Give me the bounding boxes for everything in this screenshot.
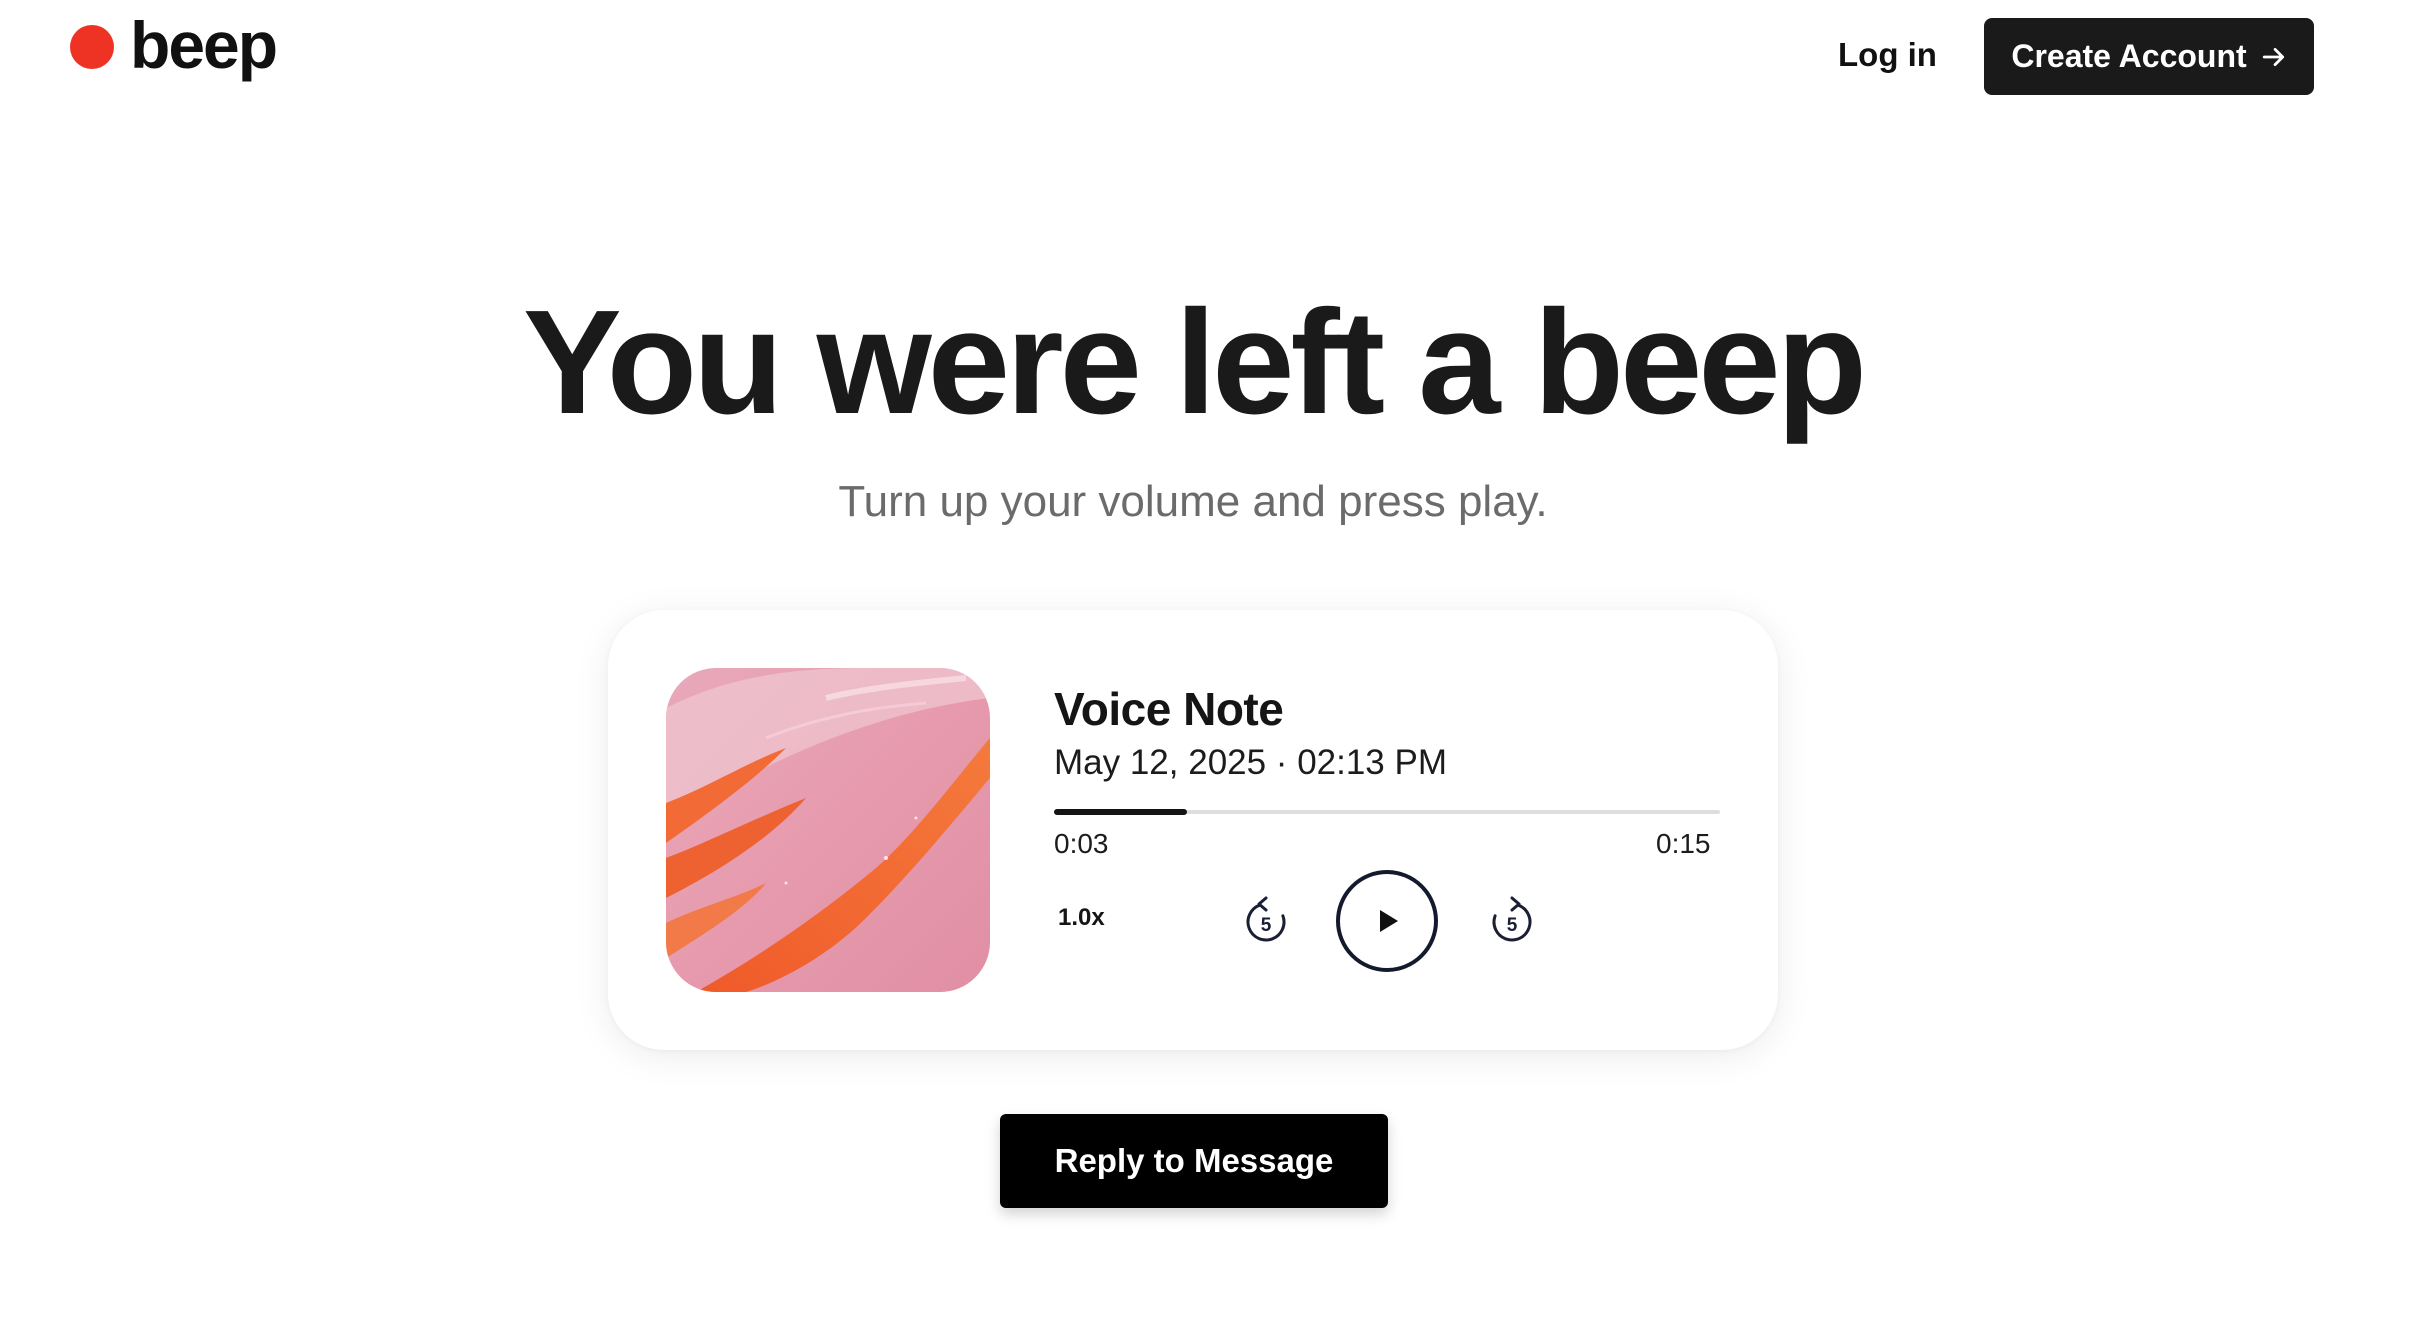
page-subtitle: Turn up your volume and press play. bbox=[838, 477, 1548, 526]
play-button[interactable] bbox=[1336, 870, 1438, 972]
logo-dot-icon bbox=[70, 25, 114, 69]
login-link[interactable]: Log in bbox=[1838, 30, 1937, 80]
playback-progress-bar[interactable] bbox=[1054, 809, 1720, 815]
voice-note-player-card: Voice Note May 12, 2025 · 02:13 PM 0:03 … bbox=[608, 610, 1778, 1050]
page: beep Log in Create Account You were left… bbox=[0, 0, 2412, 1322]
voice-note-artwork bbox=[666, 668, 990, 992]
forward-5-icon: 5 bbox=[1492, 896, 1532, 942]
beep-logo[interactable]: beep bbox=[70, 12, 278, 78]
skip-forward-button[interactable]: 5 bbox=[1486, 896, 1538, 948]
reply-to-message-button[interactable]: Reply to Message bbox=[1000, 1114, 1388, 1208]
rewind-5-icon: 5 bbox=[1246, 896, 1286, 942]
create-account-label: Create Account bbox=[2011, 38, 2247, 74]
page-title: You were left a beep bbox=[522, 280, 1867, 445]
voice-note-date: May 12, 2025 · 02:13 PM bbox=[1054, 743, 1447, 782]
playback-speed-button[interactable]: 1.0x bbox=[1058, 904, 1105, 932]
play-icon bbox=[1380, 910, 1398, 932]
abstract-artwork-image bbox=[666, 668, 990, 992]
arrow-right-icon bbox=[2262, 47, 2284, 66]
current-time: 0:03 bbox=[1054, 828, 1109, 859]
logo-text: beep bbox=[130, 8, 278, 82]
skip-back-button[interactable]: 5 bbox=[1240, 896, 1292, 948]
skip-forward-seconds: 5 bbox=[1507, 915, 1518, 936]
voice-note-title: Voice Note bbox=[1054, 683, 1284, 735]
total-time: 0:15 bbox=[1656, 828, 1711, 859]
create-account-button[interactable]: Create Account bbox=[1984, 18, 2314, 95]
skip-back-seconds: 5 bbox=[1261, 915, 1272, 936]
playback-progress-fill bbox=[1054, 809, 1188, 815]
